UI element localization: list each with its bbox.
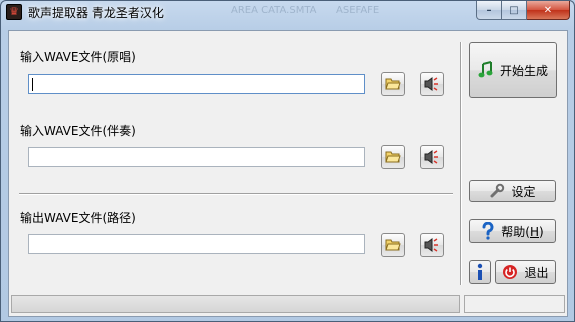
folder-open-icon <box>385 151 401 163</box>
output-file-field[interactable] <box>28 234 365 254</box>
accompaniment-input-label: 输入WAVE文件(伴奏) <box>20 124 136 138</box>
background-title-text: ASEFAFE <box>336 5 380 16</box>
output-path-label: 输出WAVE文件(路径) <box>20 211 136 225</box>
help-label: 帮助(H) <box>501 223 543 240</box>
close-button[interactable]: ✕ <box>527 1 570 20</box>
browse-accompaniment-button[interactable] <box>381 145 405 169</box>
question-mark-icon <box>482 222 494 240</box>
start-generate-label: 开始生成 <box>499 63 548 78</box>
status-panel <box>464 295 565 313</box>
settings-label: 设定 <box>511 184 536 199</box>
folder-open-icon <box>385 239 401 251</box>
help-label-prefix: 帮助( <box>501 224 530 239</box>
help-hotkey: H <box>529 224 540 239</box>
speaker-icon <box>424 77 438 91</box>
app-window: ♛ 歌声提取器 青龙圣者汉化 AREA CATA.SMTA ASEFAFE – … <box>0 0 575 322</box>
wrench-icon <box>490 183 505 198</box>
main-panel: 输入WAVE文件(原唱) 输入WAVE文件(伴奏) 输出WAVE文件(路径) 开… <box>8 30 568 317</box>
exit-button[interactable]: 退出 <box>495 260 556 284</box>
caption-buttons: – □ ✕ <box>476 1 570 20</box>
help-label-suffix: ) <box>539 224 544 239</box>
app-logo-icon[interactable]: ♛ <box>6 4 22 20</box>
background-title-text: AREA CATA.SMTA <box>231 5 317 16</box>
speaker-icon <box>424 238 438 252</box>
power-icon <box>503 265 518 279</box>
play-output-button[interactable] <box>420 233 444 257</box>
maximize-button[interactable]: □ <box>502 1 527 20</box>
folder-open-icon <box>385 78 401 90</box>
play-accompaniment-button[interactable] <box>420 145 444 169</box>
info-button[interactable] <box>469 260 491 284</box>
progress-bar <box>11 295 460 313</box>
window-title: 歌声提取器 青龙圣者汉化 <box>28 6 164 20</box>
help-button[interactable]: 帮助(H) <box>469 219 556 243</box>
text-caret <box>32 78 33 91</box>
info-icon <box>477 263 483 280</box>
speaker-icon <box>424 150 438 164</box>
play-original-button[interactable] <box>420 72 444 96</box>
browse-original-button[interactable] <box>381 72 405 96</box>
original-input-label: 输入WAVE文件(原唱) <box>20 50 136 64</box>
start-generate-button[interactable]: 开始生成 <box>469 42 557 98</box>
settings-button[interactable]: 设定 <box>469 180 556 202</box>
section-divider <box>19 193 453 195</box>
original-file-field[interactable] <box>28 74 365 94</box>
title-bar[interactable]: ♛ 歌声提取器 青龙圣者汉化 AREA CATA.SMTA ASEFAFE – … <box>1 1 574 23</box>
music-note-icon <box>478 61 493 78</box>
accompaniment-file-field[interactable] <box>28 147 365 167</box>
vertical-divider <box>460 42 462 285</box>
browse-output-button[interactable] <box>381 233 405 257</box>
minimize-button[interactable]: – <box>476 1 502 20</box>
exit-label: 退出 <box>524 265 549 280</box>
